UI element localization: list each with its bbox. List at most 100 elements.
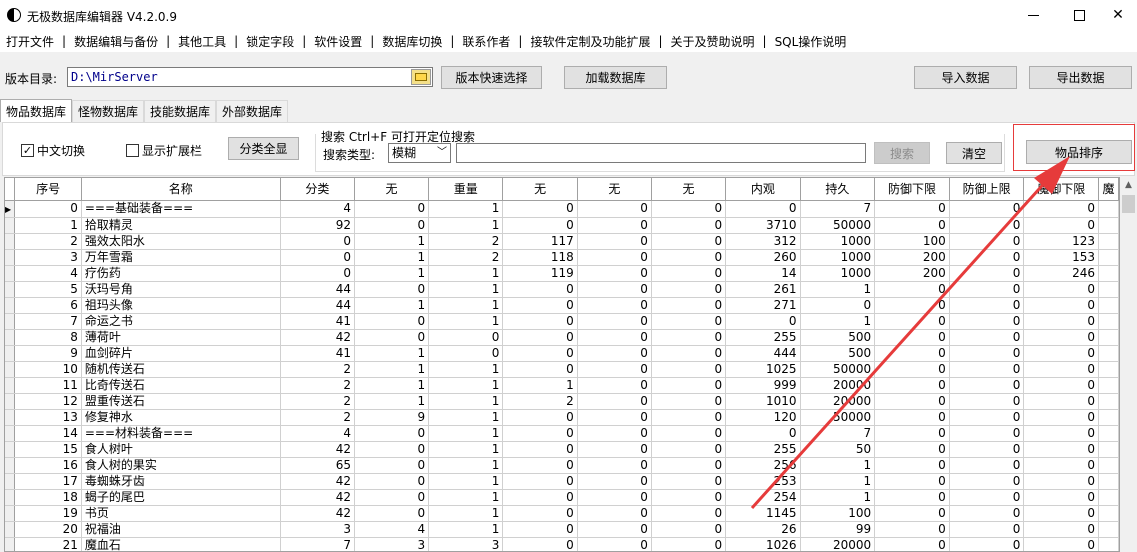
version-quick-select-button[interactable]: 版本快速选择 [441,66,542,89]
table-cell[interactable]: 271 [725,297,801,314]
table-cell[interactable]: 0 [651,473,727,490]
table-cell[interactable]: 123 [1023,233,1100,250]
table-cell[interactable]: 50 [800,441,876,458]
show-extension-checkbox[interactable]: 显示扩展栏 [126,142,202,159]
table-cell[interactable]: 65 [280,457,355,474]
table-cell[interactable]: 2 [280,393,355,410]
table-cell[interactable] [1098,521,1119,538]
table-cell[interactable]: 1 [354,249,430,266]
table-cell[interactable]: 0 [651,441,727,458]
table-cell[interactable]: 0 [1023,393,1100,410]
table-cell[interactable]: 拾取精灵 [81,217,281,234]
table-cell[interactable] [1098,457,1119,474]
table-cell[interactable]: 0 [577,329,652,346]
table-cell[interactable]: 0 [1023,457,1100,474]
table-cell[interactable]: 253 [725,473,801,490]
table-cell[interactable]: 0 [502,425,578,442]
table-cell[interactable]: 18 [14,489,82,506]
table-cell[interactable]: 1 [428,265,504,282]
table-cell[interactable]: 14 [725,265,801,282]
search-button[interactable]: 搜索 [874,142,930,164]
table-cell[interactable] [1098,249,1119,266]
table-cell[interactable]: ===材料装备=== [81,425,281,442]
table-cell[interactable]: 毒蜘蛛牙齿 [81,473,281,490]
table-row[interactable]: 19 书页 42 0 1 0 0 0 1145 100 0 0 0 [5,505,1119,522]
table-cell[interactable]: 120 [725,409,801,426]
column-header[interactable]: 防御下限 [874,178,950,201]
table-cell[interactable]: 0 [280,249,355,266]
row-indicator-cell[interactable] [5,409,16,426]
row-indicator-cell[interactable] [5,521,16,538]
column-header[interactable]: 魔 [1098,178,1119,201]
table-cell[interactable]: 0 [1023,329,1100,346]
table-cell[interactable] [1098,345,1119,362]
table-cell[interactable]: 99 [800,521,876,538]
table-cell[interactable]: 0 [1023,473,1100,490]
table-cell[interactable]: 500 [800,329,876,346]
table-cell[interactable] [1098,505,1119,522]
table-cell[interactable]: 0 [428,329,504,346]
table-cell[interactable]: 3710 [725,217,801,234]
table-cell[interactable]: 0 [874,457,950,474]
table-cell[interactable]: 祖玛头像 [81,297,281,314]
table-cell[interactable]: 2 [14,233,82,250]
table-cell[interactable] [1098,441,1119,458]
table-cell[interactable]: 92 [280,217,355,234]
table-row[interactable]: 7 命运之书 41 0 1 0 0 0 0 1 0 0 0 [5,313,1119,330]
table-cell[interactable]: 0 [949,489,1025,506]
table-cell[interactable]: 0 [577,441,652,458]
table-cell[interactable]: 0 [949,409,1025,426]
table-cell[interactable]: 200 [874,249,950,266]
table-cell[interactable]: 17 [14,473,82,490]
table-row[interactable]: 5 沃玛号角 44 0 1 0 0 0 261 1 0 0 0 [5,281,1119,298]
row-indicator-cell[interactable] [5,329,16,346]
table-cell[interactable]: 随机传送石 [81,361,281,378]
table-cell[interactable]: 1 [800,457,876,474]
table-cell[interactable]: 1 [428,489,504,506]
table-cell[interactable]: 0 [949,217,1025,234]
table-cell[interactable]: 0 [651,313,727,330]
table-cell[interactable]: 20000 [800,393,876,410]
table-cell[interactable]: 0 [354,281,430,298]
table-cell[interactable]: 1 [14,217,82,234]
table-cell[interactable]: 0 [1023,281,1100,298]
table-cell[interactable]: 0 [949,393,1025,410]
table-cell[interactable]: 1 [354,361,430,378]
table-cell[interactable]: 100 [874,233,950,250]
table-cell[interactable]: 20 [14,521,82,538]
table-cell[interactable]: 修复神水 [81,409,281,426]
row-indicator-cell[interactable] [5,345,16,362]
table-cell[interactable]: 0 [725,313,801,330]
table-cell[interactable]: 0 [949,377,1025,394]
table-cell[interactable]: 256 [725,457,801,474]
table-cell[interactable]: 0 [502,473,578,490]
table-cell[interactable]: 4 [280,425,355,442]
clear-button[interactable]: 清空 [946,142,1002,164]
table-cell[interactable]: 0 [1023,441,1100,458]
table-cell[interactable]: 0 [651,217,727,234]
table-cell[interactable]: 0 [577,249,652,266]
menu-item-8[interactable]: 关于及赞助说明 [671,33,755,50]
table-cell[interactable]: 15 [14,441,82,458]
row-indicator-cell[interactable] [5,361,16,378]
table-cell[interactable]: 117 [502,233,578,250]
table-cell[interactable]: 0 [874,329,950,346]
table-cell[interactable]: 0 [1023,409,1100,426]
table-cell[interactable]: 0 [874,297,950,314]
scroll-thumb[interactable] [1122,195,1135,213]
table-cell[interactable]: 0 [1023,505,1100,522]
table-cell[interactable]: 0 [949,200,1025,218]
table-cell[interactable]: 1 [354,233,430,250]
table-cell[interactable]: 0 [651,200,727,218]
table-cell[interactable]: 0 [577,200,652,218]
table-cell[interactable]: 3 [428,537,504,551]
table-cell[interactable]: 0 [874,345,950,362]
table-cell[interactable]: 0 [502,313,578,330]
table-cell[interactable]: 14 [14,425,82,442]
table-cell[interactable]: 1 [354,393,430,410]
table-cell[interactable]: 0 [502,505,578,522]
table-cell[interactable]: 食人树的果实 [81,457,281,474]
table-row[interactable]: 9 血剑碎片 41 1 0 0 0 0 444 500 0 0 0 [5,345,1119,362]
table-cell[interactable]: 0 [354,200,430,218]
table-cell[interactable]: 20000 [800,537,876,551]
